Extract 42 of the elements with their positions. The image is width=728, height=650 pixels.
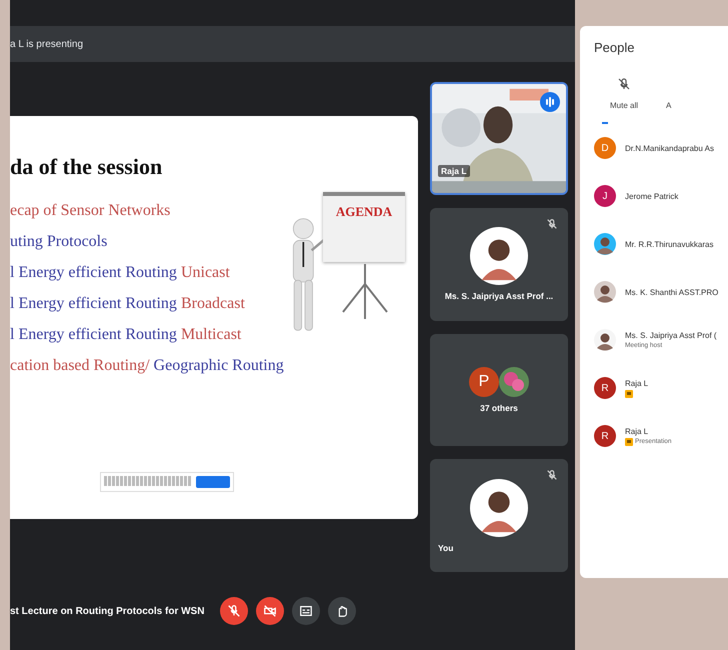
slide-title: da of the session <box>10 154 164 180</box>
camera-button[interactable] <box>256 597 284 625</box>
participant-name: You <box>438 542 454 553</box>
flower-avatar-icon <box>499 366 529 397</box>
raise-hand-button[interactable] <box>328 597 356 625</box>
participant-name: Ms. S. Jaipriya Asst Prof ... <box>444 291 554 302</box>
letter-avatar: P <box>469 366 499 397</box>
participant-name: Ms. S. Jaipriya Asst Prof ( <box>625 331 717 340</box>
agenda-item: ecap of Sensor Networks <box>10 202 172 220</box>
participant-name: Raja L <box>625 426 650 436</box>
camera-icon <box>263 604 278 618</box>
avatar-icon <box>470 478 528 537</box>
letter-avatar: J <box>594 185 616 207</box>
letter-avatar: R <box>594 377 616 399</box>
action-label[interactable]: A <box>666 101 672 110</box>
mic-off-icon <box>617 77 631 91</box>
letter-avatar: D <box>594 137 616 159</box>
avatar-icon <box>470 227 528 286</box>
participant-name: Ms. K. Shanthi ASST.PRO <box>625 288 718 296</box>
presenting-label: a L is presenting <box>10 38 84 50</box>
agenda-item: cation based Routing/ Geographic Routing <box>10 356 285 374</box>
action-label[interactable]: Mute all <box>610 101 638 110</box>
participant-name: Mr. R.R.Thirunavukkaras <box>625 240 714 248</box>
agenda-item: l Energy efficient Routing Broadcast <box>10 294 246 312</box>
participant-name: Raja L <box>438 164 470 177</box>
agenda-item: l Energy efficient Routing Multicast <box>10 326 242 344</box>
agenda-item: l Energy efficient Routing Unicast <box>10 264 231 282</box>
microphone-button[interactable] <box>220 597 248 625</box>
stop-sharing-button[interactable] <box>196 476 230 488</box>
panel-title: People <box>594 40 636 55</box>
letter-avatar: R <box>594 425 616 447</box>
speaking-icon <box>540 92 560 112</box>
participant-name: Raja L <box>625 378 648 388</box>
captions-button[interactable] <box>292 597 320 625</box>
microphone-icon <box>227 604 242 618</box>
captions-icon <box>299 604 314 618</box>
agenda-item: uting Protocols <box>10 232 108 250</box>
others-count: 37 others <box>480 402 518 413</box>
participant-name: Jerome Patrick <box>625 192 678 200</box>
participant-name: Dr.N.Manikandaprabu As <box>625 144 714 152</box>
board-label: AGENDA <box>336 204 392 220</box>
meeting-title: st Lecture on Routing Protocols for WSN <box>10 606 204 616</box>
